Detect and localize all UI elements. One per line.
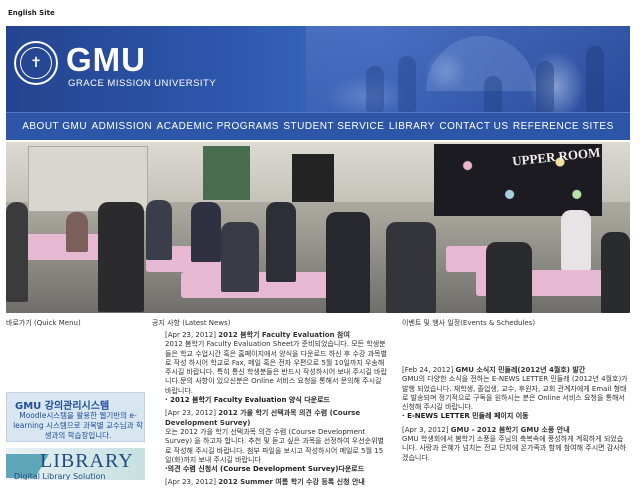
nav-reference-sites[interactable]: REFERENCE SITES xyxy=(513,121,614,132)
nav-admission[interactable]: ADMISSION xyxy=(92,121,153,132)
news-body: 2012 봄학기 Faculty Evaluation Sheet가 준비되었습… xyxy=(165,340,387,395)
news-body: 오는 2012 가을 학기 선택과목 의견 수렴 (Course Develop… xyxy=(165,427,384,464)
header-banner: ✝ GMU GRACE MISSION UNIVERSITY xyxy=(6,26,630,112)
event-date: [Feb 24, 2012] xyxy=(402,366,454,374)
event-item: [Apr 3, 2012] GMU - 2012 봄학기 GMU 소풍 안내 G… xyxy=(402,426,628,463)
library-promo-title: LIBRARY xyxy=(40,450,134,472)
library-promo-subtitle: Digital Library Solution xyxy=(14,472,106,480)
banner-photo xyxy=(306,26,630,112)
news-item: [Apr 23, 2012] 2012 가을 학기 선택과목 의견 수렴 (Co… xyxy=(165,409,387,474)
event-headline[interactable]: GMU 소식지 민들레(2012년 4월호) 발간 xyxy=(456,366,586,374)
university-seal-icon[interactable]: ✝ xyxy=(14,41,58,85)
news-headline[interactable]: 2012 봄학기 Faculty Evaluation 참여 xyxy=(218,331,350,339)
nav-about-gmu[interactable]: ABOUT GMU xyxy=(22,121,87,132)
main-nav: ABOUT GMU ADMISSION ACADEMIC PROGRAMS ST… xyxy=(6,112,630,140)
lms-promo-subtitle: Moodle시스템을 활용한 웹기반의 e-learning 시스템으로 과목별… xyxy=(13,411,143,440)
events-list: [Feb 24, 2012] GMU 소식지 민들레(2012년 4월호) 발간… xyxy=(402,366,628,467)
event-item: [Feb 24, 2012] GMU 소식지 민들레(2012년 4월호) 발간… xyxy=(402,366,628,422)
event-date: [Apr 3, 2012] xyxy=(402,425,449,434)
news-item: [Apr 23, 2012] 2012 봄학기 Faculty Evaluati… xyxy=(165,331,387,405)
quick-menu-title: 바로가기 (Quick Menu) xyxy=(6,319,81,327)
nav-contact-us[interactable]: CONTACT US xyxy=(439,121,508,132)
nav-academic-programs[interactable]: ACADEMIC PROGRAMS xyxy=(157,121,279,132)
english-site-link[interactable]: English Site xyxy=(8,9,55,17)
lms-promo-banner[interactable]: GMU 강의관리시스템 Moodle시스템을 활용한 웹기반의 e-learni… xyxy=(6,392,145,442)
news-download-link[interactable]: ·의견 수렴 신청서 (Course Development Survey)다운… xyxy=(165,465,364,473)
lms-promo-title: GMU 강의관리시스템 xyxy=(15,401,110,412)
event-headline[interactable]: GMU - 2012 봄학기 GMU 소풍 안내 xyxy=(451,426,570,434)
logo-title[interactable]: GMU xyxy=(66,43,146,77)
hero-photo: UPPER ROOM xyxy=(6,142,630,313)
events-title: 이벤트 및 행사 일정(Events & Schedules) xyxy=(402,319,536,327)
library-promo-banner[interactable]: LIBRARY Digital Library Solution xyxy=(6,448,145,480)
event-link[interactable]: · E-NEWS LETTER 민들레 페이지 이동 xyxy=(402,412,529,420)
nav-student-service[interactable]: STUDENT SERVICE xyxy=(283,121,384,132)
event-body: GMU의 다양한 소식을 전하는 E-NEWS LETTER 민들레 (2012… xyxy=(402,375,628,412)
latest-news-title: 공지 사항 (Latest News) xyxy=(152,319,231,327)
nav-library[interactable]: LIBRARY xyxy=(389,121,435,132)
logo-subtitle: GRACE MISSION UNIVERSITY xyxy=(68,78,217,89)
event-body: GMU 학생회에서 봄학기 소풍을 주님의 축복속에 풍성하게 계획하게 되었습… xyxy=(402,435,627,462)
latest-news-list: [Apr 23, 2012] 2012 봄학기 Faculty Evaluati… xyxy=(165,331,387,492)
news-download-link[interactable]: · 2012 봄학기 Faculty Evaluation 양식 다운로드 xyxy=(165,396,330,404)
news-date: [Apr 23, 2012] xyxy=(165,331,216,339)
news-date: [Apr 23, 2012] xyxy=(165,409,216,418)
